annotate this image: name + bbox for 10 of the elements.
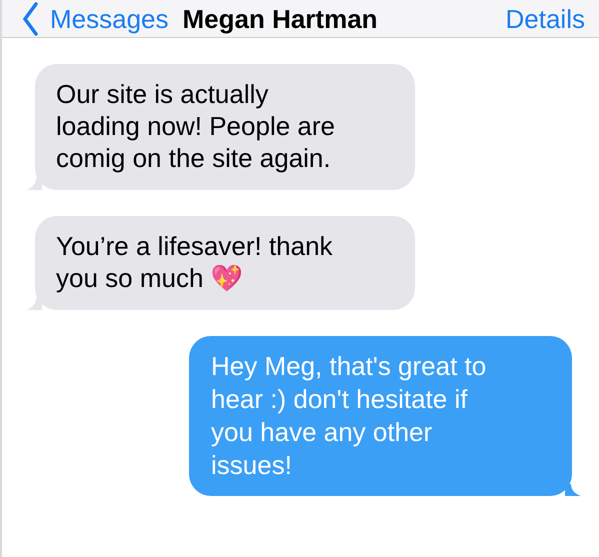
back-chevron-icon xyxy=(20,0,40,37)
bubble-tail xyxy=(565,484,581,496)
back-button[interactable]: Messages xyxy=(20,0,168,37)
conversation-title: Megan Hartman xyxy=(182,3,378,35)
incoming-message-bubble: You’re a lifesaver! thank you so much 💖 xyxy=(35,216,415,310)
bubble-tail xyxy=(26,298,42,310)
outgoing-message-bubble: Hey Meg, that's great to hear :) don't hesitate if you have any other issues! xyxy=(189,336,572,496)
bubble-tail xyxy=(26,178,42,190)
incoming-message-bubble: Our site is actually loading now! People are comig on the site again. xyxy=(35,64,415,190)
details-button[interactable]: Details xyxy=(506,3,585,35)
